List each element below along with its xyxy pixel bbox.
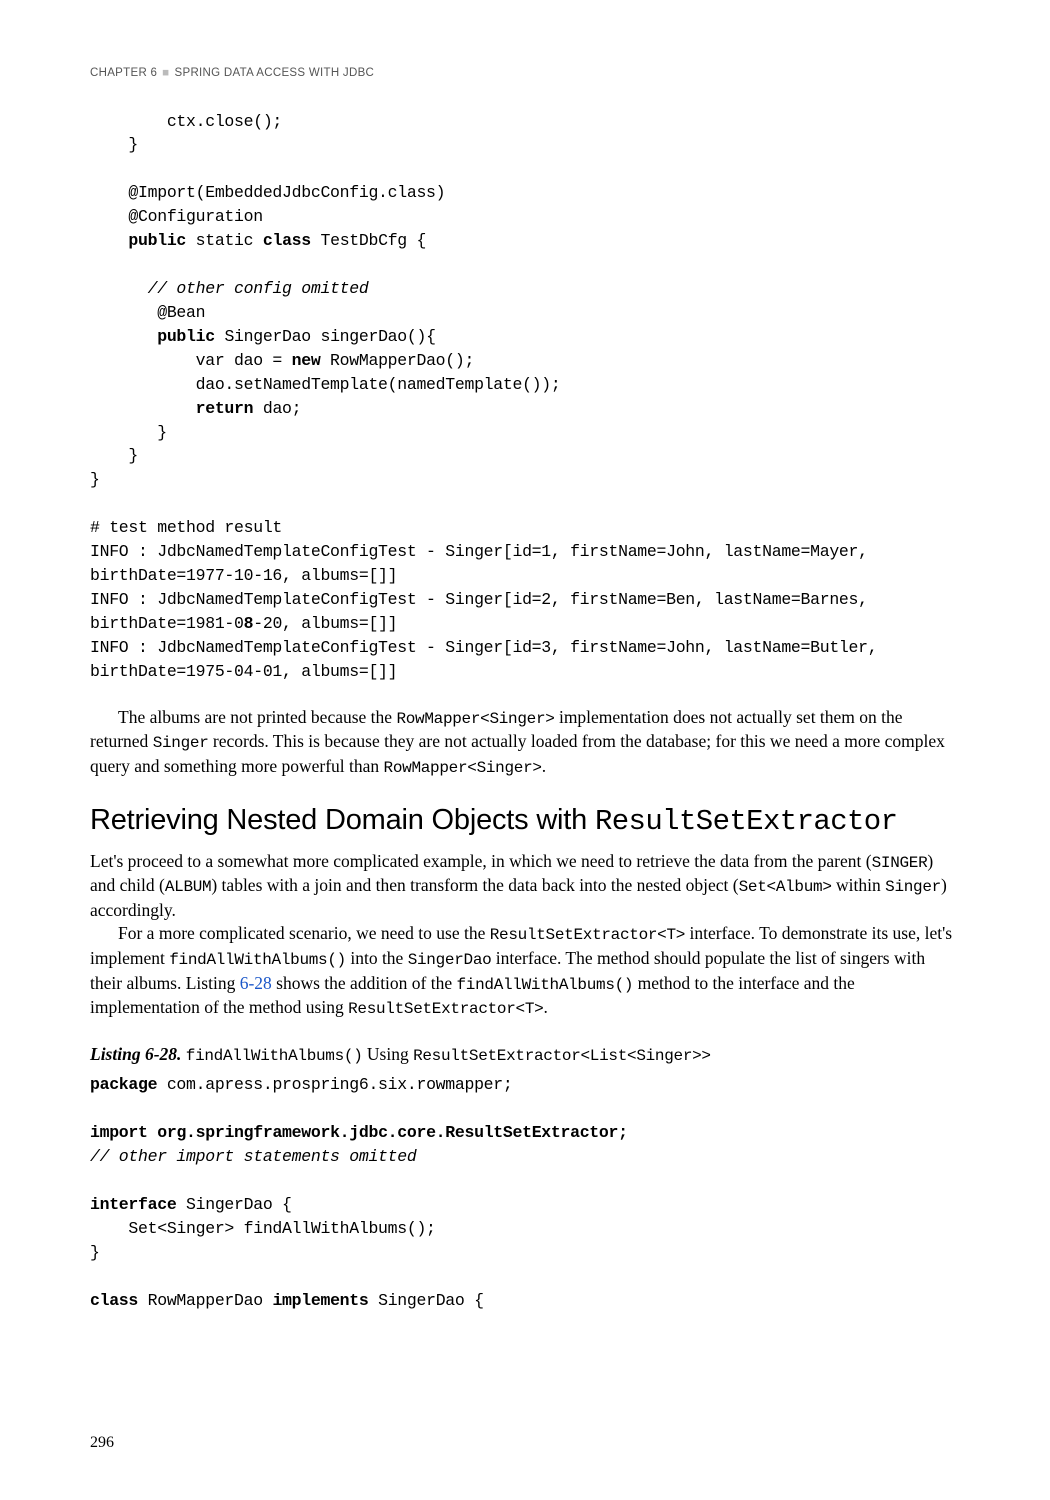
code-block-2: package com.apress.prospring6.six.rowmap…	[90, 1073, 960, 1312]
section-heading: Retrieving Nested Domain Objects with Re…	[90, 801, 960, 841]
page-header: CHAPTER 6 ■ SPRING DATA ACCESS WITH JDBC	[90, 66, 960, 82]
code-block-1: ctx.close(); } @Import(EmbeddedJdbcConfi…	[90, 110, 960, 684]
listing-caption: Listing 6-28. findAllWithAlbums() Using …	[90, 1043, 960, 1068]
paragraph-1: The albums are not printed because the R…	[90, 706, 960, 780]
chapter-title: SPRING DATA ACCESS WITH JDBC	[175, 67, 375, 79]
listing-link[interactable]: 6-28	[240, 973, 272, 993]
paragraph-3: For a more complicated scenario, we need…	[90, 922, 960, 1020]
page-number: 296	[90, 1432, 114, 1454]
paragraph-2: Let's proceed to a somewhat more complic…	[90, 850, 960, 923]
separator-icon: ■	[162, 67, 169, 79]
chapter-label: CHAPTER 6	[90, 67, 157, 79]
